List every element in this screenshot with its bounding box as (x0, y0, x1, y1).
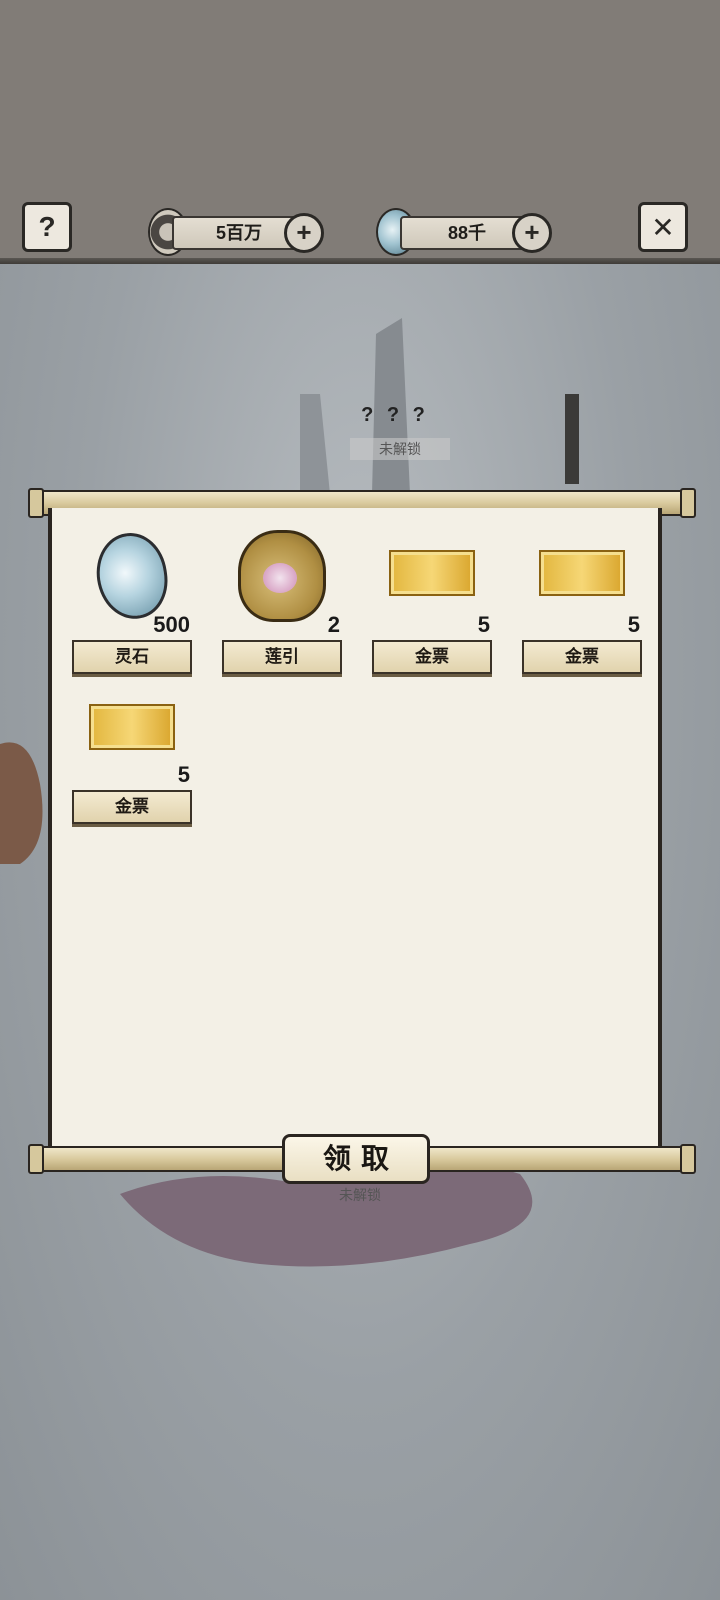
reward-item[interactable]: 500 灵石 (72, 528, 192, 690)
gold-ticket-icon (539, 550, 625, 596)
help-button[interactable]: ? (22, 202, 72, 252)
reward-item[interactable]: 2 莲引 (222, 530, 342, 690)
top-bar (0, 0, 720, 262)
reward-scroll-panel: 500 灵石 2 莲引 5 金票 5 金票 5 金票 (48, 508, 662, 1148)
spirit-stone-icon (91, 528, 173, 624)
coin-counter: 5百万 + (148, 208, 324, 256)
reward-count: 2 (327, 612, 340, 637)
claim-button[interactable]: 领取 (282, 1134, 430, 1184)
gold-ticket-icon (389, 550, 475, 596)
reward-count: 500 (153, 612, 190, 637)
add-coins-button[interactable]: + (284, 213, 324, 253)
reward-name: 金票 (72, 790, 192, 824)
reward-item[interactable]: 5 金票 (522, 530, 642, 690)
reward-item[interactable]: 5 金票 (372, 530, 492, 690)
reward-name: 莲引 (222, 640, 342, 674)
locked-stage-label-lower: 未解锁 (339, 1187, 381, 1203)
reward-item[interactable]: 5 金票 (72, 680, 192, 840)
locked-stage-label: 未解锁 (350, 438, 450, 460)
reward-count: 5 (177, 762, 190, 787)
reward-count: 5 (627, 612, 640, 637)
reward-name: 金票 (372, 640, 492, 674)
reward-count: 5 (477, 612, 490, 637)
reward-name: 灵石 (72, 640, 192, 674)
spirit-stone-counter: 88千 + (376, 208, 552, 256)
add-spirit-stones-button[interactable]: + (512, 213, 552, 253)
close-button[interactable]: ✕ (638, 202, 688, 252)
reward-name: 金票 (522, 640, 642, 674)
close-x-icon: ✕ (651, 211, 675, 243)
question-mark-icon: ? (38, 211, 56, 242)
gold-ticket-icon (89, 704, 175, 750)
locked-stage-title: ? ? ? (361, 404, 429, 426)
lotus-bag-icon (238, 530, 326, 622)
